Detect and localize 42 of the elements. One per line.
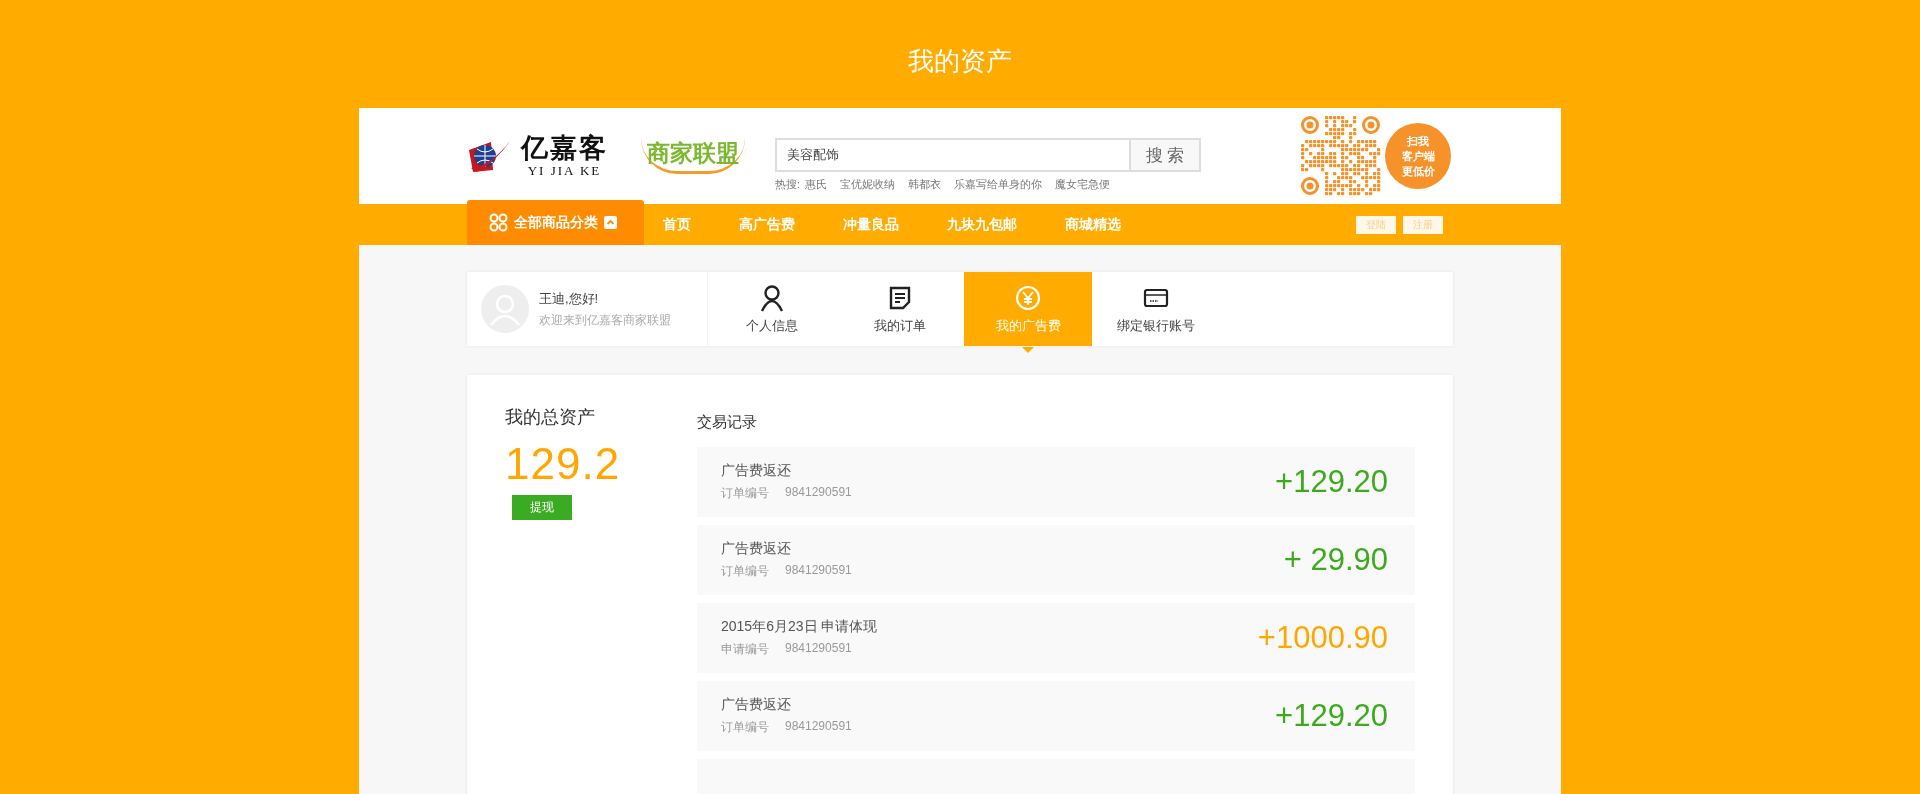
transaction-amount: + 29.90 — [1283, 542, 1388, 578]
transaction-number: 9841290591 — [785, 485, 852, 501]
transaction-number: 9841290591 — [785, 563, 852, 579]
alliance-logo: 商家联盟 — [641, 138, 745, 174]
grid-icon — [489, 213, 508, 232]
transaction-title: 2015年6月23日 申请体现 — [721, 618, 878, 636]
hot-search-link[interactable]: 乐嘉写给单身的你 — [953, 178, 1042, 192]
transaction-amount: +129.20 — [1275, 464, 1388, 500]
profile-tab[interactable]: 个人信息 — [708, 272, 836, 346]
greeting-text: 王迪,您好! — [539, 290, 600, 308]
transaction-title: 广告费返还 — [721, 462, 792, 480]
records-title: 交易记录 — [697, 413, 758, 432]
hot-search-link[interactable]: 魔女宅急便 — [1054, 178, 1110, 192]
transaction-amount: +1000.90 — [1257, 620, 1388, 656]
total-assets-label: 我的总资产 — [505, 406, 596, 429]
withdraw-button[interactable]: 提现 — [512, 495, 572, 520]
page-title: 我的资产 — [907, 45, 1013, 78]
search-field[interactable]: 美容配饰 — [775, 138, 1129, 172]
number-label: 订单编号 — [721, 719, 769, 736]
total-assets-value: 129.2 — [505, 439, 622, 489]
hot-search-link[interactable]: 韩都衣 — [907, 178, 941, 192]
person-icon — [758, 283, 786, 312]
number-label: 订单编号 — [721, 485, 769, 502]
hot-search-link[interactable]: 宝优妮收纳 — [839, 178, 895, 192]
yen-icon — [1014, 283, 1042, 312]
logo-text: 亿嘉客 — [521, 133, 608, 163]
caret-icon — [604, 216, 617, 229]
transaction-number: 9841290591 — [785, 641, 852, 657]
number-label: 申请编号 — [721, 641, 769, 658]
transaction-number: 9841290591 — [785, 719, 852, 735]
profile-tab[interactable]: 绑定银行账号 — [1092, 272, 1220, 346]
welcome-text: 欢迎来到亿嘉客商家联盟 — [539, 313, 671, 328]
logo-pinyin: YI JIA KE — [527, 163, 602, 179]
transaction-amount: +129.20 — [1275, 698, 1388, 734]
profile-tab[interactable]: 我的订单 — [836, 272, 964, 346]
hot-search-label: 热搜: — [775, 178, 800, 192]
qr-promo-bubble: 扫我 客户端 更低价 — [1385, 123, 1451, 189]
number-label: 订单编号 — [721, 563, 769, 580]
search-button[interactable]: 搜 索 — [1129, 138, 1201, 172]
transaction-title: 广告费返还 — [721, 540, 792, 558]
hot-search-link[interactable]: 惠氏 — [804, 178, 827, 192]
transaction-title: 广告费返还 — [721, 696, 792, 714]
